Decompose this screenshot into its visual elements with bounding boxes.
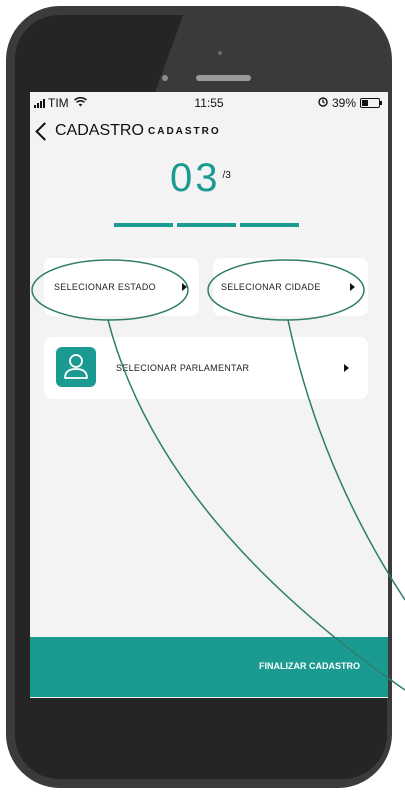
front-camera [162, 75, 168, 81]
user-icon [64, 354, 88, 379]
alarm-icon [318, 96, 328, 110]
finish-button[interactable]: FINALIZAR CADASTRO [30, 637, 388, 697]
status-right: 39% [318, 96, 382, 110]
triangle-right-icon [344, 364, 349, 372]
progress-segment-3 [240, 223, 299, 227]
nav-bar: CADASTRO CADASTRO [30, 121, 388, 144]
triangle-right-icon [350, 283, 355, 291]
progress-bar [114, 223, 299, 227]
select-parlamentar-label: SELECIONAR PARLAMENTAR [116, 363, 250, 373]
progress-segment-1 [114, 223, 173, 227]
finish-label: FINALIZAR CADASTRO [259, 661, 360, 671]
back-label: CADASTRO [55, 122, 144, 139]
status-bar: TIM 11:55 39% [30, 92, 388, 114]
avatar [56, 347, 96, 387]
select-estado-button[interactable]: SELECIONAR ESTADO [44, 258, 199, 316]
step-current: 03 [170, 156, 221, 200]
progress-segment-2 [177, 223, 236, 227]
select-cidade-label: SELECIONAR CIDADE [221, 282, 321, 292]
select-parlamentar-button[interactable]: SELECIONAR PARLAMENTAR [44, 337, 368, 399]
earpiece-speaker [196, 75, 251, 81]
step-total: /3 [222, 170, 231, 181]
select-estado-label: SELECIONAR ESTADO [54, 282, 156, 292]
select-cidade-button[interactable]: SELECIONAR CIDADE [213, 258, 368, 316]
step-counter: 03 /3 [170, 158, 231, 198]
battery-icon [360, 98, 382, 108]
nav-title: CADASTRO [148, 126, 221, 137]
chevron-left-icon [35, 121, 54, 141]
battery-percent: 39% [331, 96, 356, 110]
back-button[interactable]: CADASTRO [34, 121, 144, 141]
app-screen: TIM 11:55 39% CADASTRO CADASTRO 03 /3 SE… [30, 92, 388, 698]
triangle-right-icon [182, 283, 187, 291]
sensor-dot [218, 51, 222, 55]
